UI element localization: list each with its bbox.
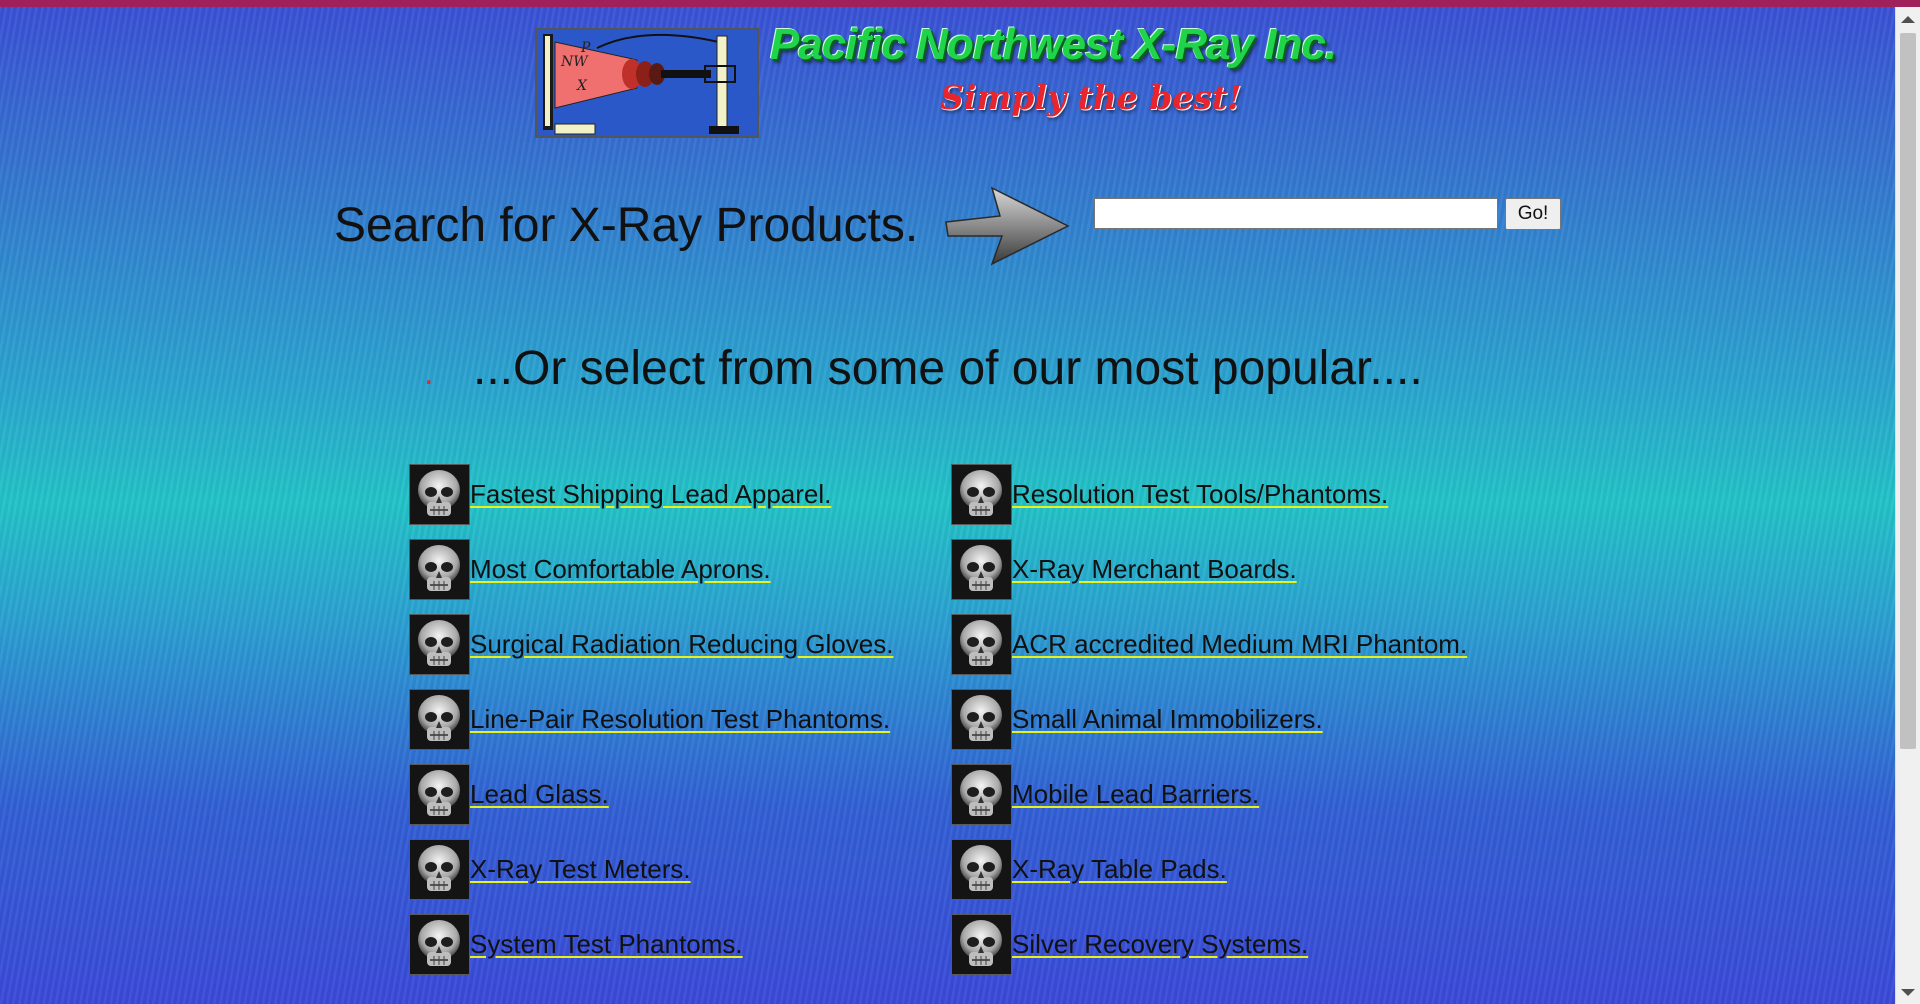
product-list-item[interactable]: X-Ray Test Meters. xyxy=(409,839,691,900)
product-list-item[interactable]: System Test Phantoms. xyxy=(409,914,743,975)
arrow-right-icon xyxy=(945,186,1070,266)
product-list-item[interactable]: Mobile Lead Barriers. xyxy=(951,764,1259,825)
product-link[interactable]: Resolution Test Tools/Phantoms. xyxy=(1012,479,1388,510)
skull-xray-icon xyxy=(951,614,1012,675)
product-link[interactable]: Mobile Lead Barriers. xyxy=(1012,779,1259,810)
skull-xray-icon xyxy=(409,689,470,750)
skull-xray-icon xyxy=(951,764,1012,825)
product-list-item[interactable]: X-Ray Table Pads. xyxy=(951,839,1227,900)
search-input[interactable] xyxy=(1094,198,1498,229)
popular-heading: ...Or select from some of our most popul… xyxy=(473,342,1423,395)
top-accent-bar xyxy=(0,0,1920,7)
product-link[interactable]: Fastest Shipping Lead Apparel. xyxy=(470,479,831,510)
product-list-item[interactable]: Resolution Test Tools/Phantoms. xyxy=(951,464,1388,525)
product-list-item[interactable]: Most Comfortable Aprons. xyxy=(409,539,771,600)
skull-xray-icon xyxy=(409,464,470,525)
svg-text:NW: NW xyxy=(560,54,589,70)
skull-xray-icon xyxy=(409,914,470,975)
bullet-dot: . xyxy=(424,354,434,392)
search-heading: Search for X-Ray Products. xyxy=(334,199,919,252)
product-list-item[interactable]: Line-Pair Resolution Test Phantoms. xyxy=(409,689,890,750)
skull-xray-icon xyxy=(951,689,1012,750)
product-list-item[interactable]: Silver Recovery Systems. xyxy=(951,914,1308,975)
product-link[interactable]: Most Comfortable Aprons. xyxy=(470,554,771,585)
skull-xray-icon xyxy=(409,539,470,600)
company-title: Pacific Northwest X-Ray Inc. xyxy=(770,20,1337,69)
product-list-item[interactable]: ACR accredited Medium MRI Phantom. xyxy=(951,614,1467,675)
skull-xray-icon xyxy=(951,539,1012,600)
product-link[interactable]: X-Ray Table Pads. xyxy=(1012,854,1227,885)
svg-text:X: X xyxy=(576,78,588,94)
product-list-item[interactable]: Surgical Radiation Reducing Gloves. xyxy=(409,614,893,675)
product-link[interactable]: X-Ray Test Meters. xyxy=(470,854,691,885)
go-button[interactable]: Go! xyxy=(1505,198,1561,230)
skull-xray-icon xyxy=(409,839,470,900)
product-link[interactable]: System Test Phantoms. xyxy=(470,929,743,960)
skull-xray-icon xyxy=(951,464,1012,525)
product-link[interactable]: X-Ray Merchant Boards. xyxy=(1012,554,1297,585)
product-link[interactable]: Line-Pair Resolution Test Phantoms. xyxy=(470,704,890,735)
product-link[interactable]: Lead Glass. xyxy=(470,779,609,810)
company-tagline: Simply the best! xyxy=(940,78,1242,117)
scroll-up-icon[interactable] xyxy=(1901,16,1915,23)
product-link[interactable]: Small Animal Immobilizers. xyxy=(1012,704,1323,735)
product-list-item[interactable]: Fastest Shipping Lead Apparel. xyxy=(409,464,831,525)
product-link[interactable]: Silver Recovery Systems. xyxy=(1012,929,1308,960)
product-link[interactable]: Surgical Radiation Reducing Gloves. xyxy=(470,629,893,660)
skull-xray-icon xyxy=(951,914,1012,975)
skull-xray-icon xyxy=(409,764,470,825)
skull-xray-icon xyxy=(951,839,1012,900)
product-list-item[interactable]: Small Animal Immobilizers. xyxy=(951,689,1323,750)
svg-text:P: P xyxy=(580,40,591,56)
product-link[interactable]: ACR accredited Medium MRI Phantom. xyxy=(1012,629,1467,660)
skull-xray-icon xyxy=(409,614,470,675)
page-scrollbar[interactable] xyxy=(1895,7,1920,1004)
product-list-item[interactable]: X-Ray Merchant Boards. xyxy=(951,539,1297,600)
product-list-item[interactable]: Lead Glass. xyxy=(409,764,609,825)
scroll-thumb[interactable] xyxy=(1900,33,1916,749)
company-logo[interactable]: NW P X xyxy=(535,28,759,138)
xray-machine-logo-icon: NW P X xyxy=(537,30,757,136)
scroll-down-icon[interactable] xyxy=(1901,989,1915,996)
